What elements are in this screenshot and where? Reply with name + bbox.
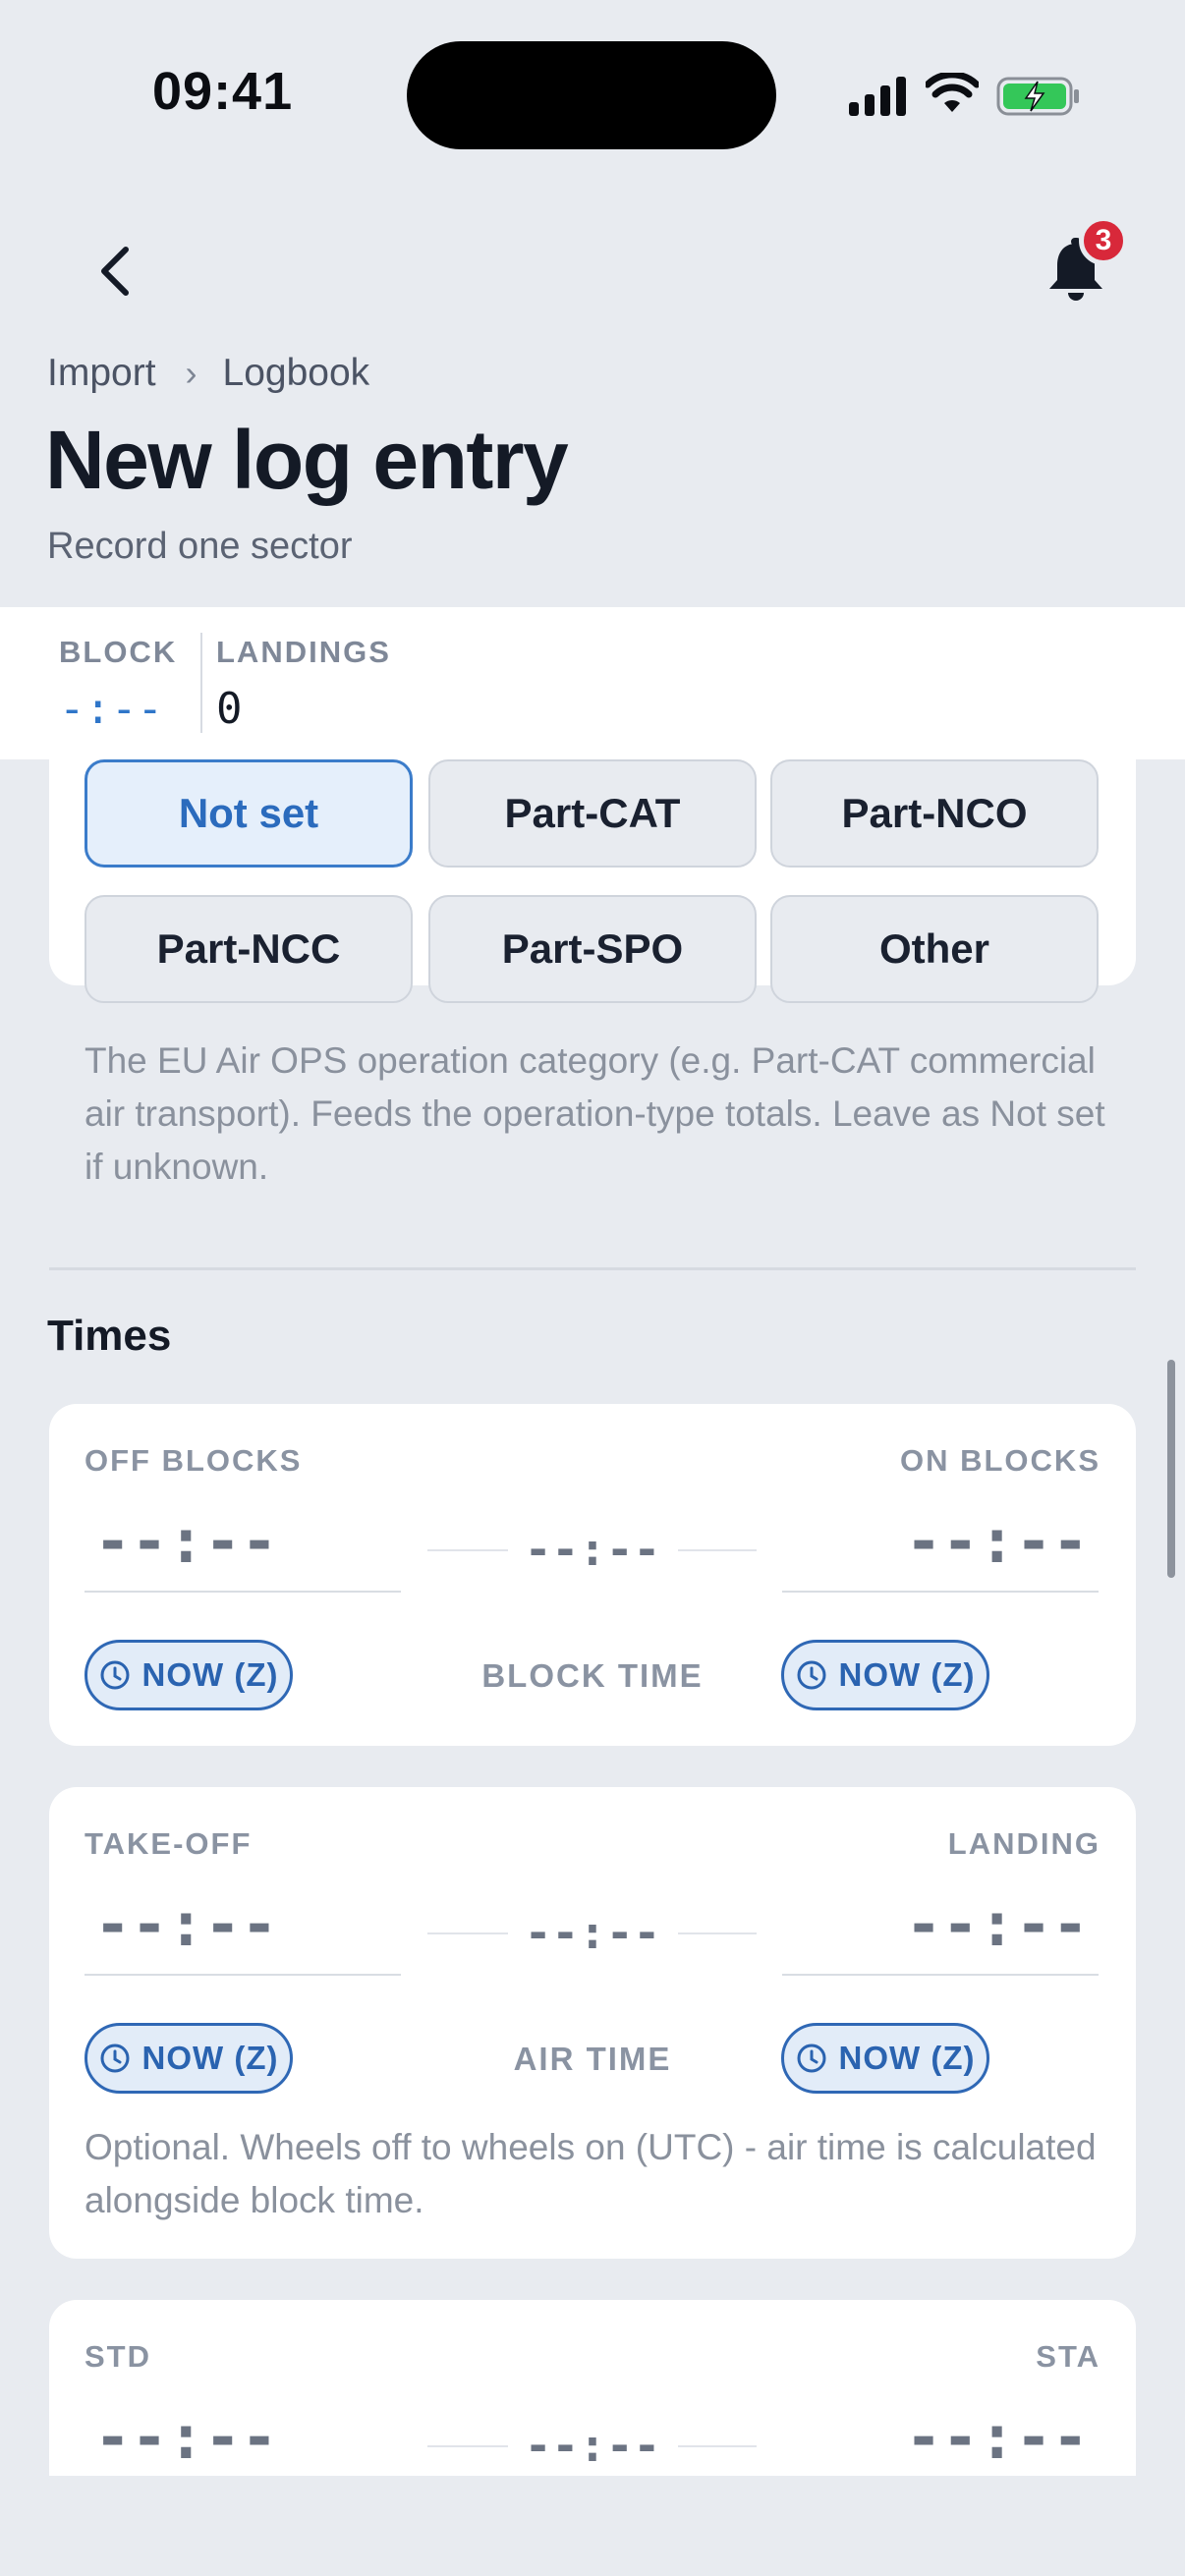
divider-line xyxy=(678,2445,757,2447)
clock-icon xyxy=(797,1660,826,1690)
schedule-times-card: STD STA --:-- --:-- --:-- xyxy=(49,2300,1136,2476)
landings-summary: LANDINGS 0 xyxy=(216,635,391,734)
chevron-left-icon xyxy=(101,247,129,296)
on-blocks-now-button[interactable]: NOW (Z) xyxy=(781,1640,989,1710)
operation-option-not-set[interactable]: Not set xyxy=(85,759,413,868)
divider-line xyxy=(427,2445,508,2447)
divider-line xyxy=(678,1932,757,1934)
landings-label: LANDINGS xyxy=(216,635,391,669)
air-time-value: --:-- xyxy=(524,1906,661,1959)
on-blocks-input[interactable]: --:-- xyxy=(782,1502,1099,1593)
times-section-title: Times xyxy=(47,1312,172,1360)
operation-option-other[interactable]: Other xyxy=(770,895,1099,1003)
std-input[interactable]: --:-- xyxy=(85,2398,401,2476)
divider-line xyxy=(427,1932,508,1934)
page-title: New log entry xyxy=(45,414,569,506)
operation-category-card: Not set Part-CAT Part-NCO Part-NCC Part-… xyxy=(49,759,1136,1187)
summary-divider xyxy=(200,633,202,733)
breadcrumb-import[interactable]: Import xyxy=(47,352,156,395)
scheduled-time-value: --:-- xyxy=(524,2419,661,2472)
landing-label: LANDING xyxy=(947,1826,1100,1861)
breadcrumb-logbook: Logbook xyxy=(222,352,370,394)
landing-input[interactable]: --:-- xyxy=(782,1885,1099,1976)
notification-count-badge: 3 xyxy=(1079,216,1128,265)
landing-now-button[interactable]: NOW (Z) xyxy=(781,2023,989,2094)
off-blocks-now-button[interactable]: NOW (Z) xyxy=(85,1640,293,1710)
summary-bar: BLOCK -:-- LANDINGS 0 xyxy=(0,607,1185,759)
air-time-help-text: Optional. Wheels off to wheels on (UTC) … xyxy=(85,2127,1097,2220)
now-label: NOW (Z) xyxy=(838,1656,976,1693)
now-label: NOW (Z) xyxy=(141,2040,279,2076)
block-time-value: --:-- xyxy=(524,1523,661,1576)
status-bar: 09:41 xyxy=(0,0,1185,187)
page-subtitle: Record one sector xyxy=(47,526,353,567)
back-button[interactable] xyxy=(86,236,141,307)
clock-icon xyxy=(100,2044,130,2073)
air-time-caption: AIR TIME xyxy=(513,2041,672,2077)
block-times-card: OFF BLOCKS ON BLOCKS --:-- --:-- --:-- N… xyxy=(49,1404,1136,1746)
operation-option-part-spo[interactable]: Part-SPO xyxy=(428,895,757,1003)
on-blocks-label: ON BLOCKS xyxy=(900,1443,1100,1478)
cellular-signal-icon xyxy=(849,77,906,116)
take-off-label: TAKE-OFF xyxy=(85,1826,253,1861)
operation-option-part-nco[interactable]: Part-NCO xyxy=(770,759,1099,868)
chevron-right-icon: › xyxy=(185,353,198,393)
divider-line xyxy=(678,1549,757,1551)
breadcrumb: Import › Logbook xyxy=(47,352,369,395)
take-off-input[interactable]: --:-- xyxy=(85,1885,401,1976)
landings-value: 0 xyxy=(216,684,243,734)
take-off-now-button[interactable]: NOW (Z) xyxy=(85,2023,293,2094)
now-label: NOW (Z) xyxy=(838,2040,976,2076)
block-label: BLOCK xyxy=(59,635,178,669)
std-label: STD xyxy=(85,2339,151,2374)
clock-icon xyxy=(797,2044,826,2073)
form-scroll-area[interactable]: Not set Part-CAT Part-NCO Part-NCC Part-… xyxy=(0,759,1185,2476)
air-times-card: TAKE-OFF LANDING --:-- --:-- --:-- NOW (… xyxy=(49,1787,1136,2259)
off-blocks-input[interactable]: --:-- xyxy=(85,1502,401,1593)
battery-charging-icon xyxy=(996,77,1079,116)
dynamic-island xyxy=(407,41,776,149)
sta-input[interactable]: --:-- xyxy=(782,2398,1099,2476)
wifi-icon xyxy=(926,73,979,112)
off-blocks-label: OFF BLOCKS xyxy=(85,1443,303,1478)
block-time-caption: BLOCK TIME xyxy=(481,1657,704,1694)
operation-option-part-cat[interactable]: Part-CAT xyxy=(428,759,757,868)
block-summary: BLOCK -:-- xyxy=(59,635,177,734)
scrollbar-thumb[interactable] xyxy=(1167,1360,1175,1578)
status-time: 09:41 xyxy=(152,62,294,121)
now-label: NOW (Z) xyxy=(141,1656,279,1693)
operation-help-text: The EU Air OPS operation category (e.g. … xyxy=(85,1040,1105,1187)
clock-icon xyxy=(100,1660,130,1690)
sta-label: STA xyxy=(1036,2339,1100,2374)
operation-option-part-ncc[interactable]: Part-NCC xyxy=(85,895,413,1003)
section-divider xyxy=(49,1267,1136,1270)
block-value: -:-- xyxy=(59,684,163,734)
divider-line xyxy=(427,1549,508,1551)
